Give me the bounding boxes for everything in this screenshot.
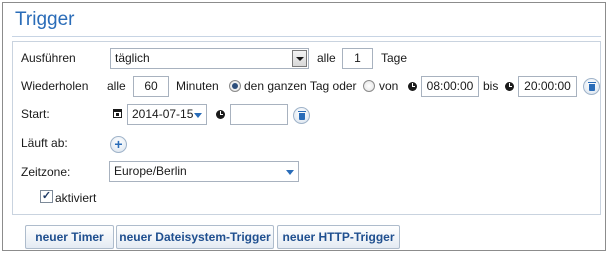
time-range-radio[interactable]: [363, 80, 375, 92]
minutes-label: Minuten: [176, 79, 219, 93]
to-time-input[interactable]: 20:00:00: [518, 76, 577, 97]
remove-start-button[interactable]: [293, 107, 310, 124]
calendar-icon: [113, 109, 122, 118]
chevron-down-icon[interactable]: [194, 113, 202, 118]
execute-label: Ausführen: [21, 51, 76, 65]
activated-checkbox[interactable]: ✓: [40, 190, 53, 203]
execute-every-label: alle: [317, 51, 336, 65]
frequency-select[interactable]: täglich: [110, 48, 309, 69]
all-day-label: den ganzen Tag oder: [244, 79, 357, 93]
timezone-value: Europe/Berlin: [114, 164, 187, 178]
days-unit-label: Tage: [381, 51, 408, 65]
new-filesystem-trigger-button[interactable]: neuer Dateisystem-Trigger: [116, 225, 274, 249]
plus-icon: +: [114, 136, 123, 152]
activated-label: aktiviert: [55, 191, 97, 205]
remove-time-range-button[interactable]: [583, 78, 600, 95]
repeat-minutes-input[interactable]: 60: [133, 76, 169, 97]
from-time-input[interactable]: 08:00:00: [421, 76, 479, 97]
start-date-select[interactable]: 2014-07-15: [127, 104, 207, 125]
clock-icon: [505, 82, 514, 91]
page-title: Trigger: [15, 9, 75, 30]
trash-icon: [298, 111, 306, 120]
repeat-label: Wiederholen: [21, 79, 89, 93]
chevron-down-icon[interactable]: [292, 50, 307, 67]
trigger-window: Trigger Ausführen täglich alle 1 Tage Wi…: [2, 2, 606, 251]
from-label: von: [379, 79, 399, 93]
timezone-label: Zeitzone:: [21, 165, 71, 179]
start-date-value: 2014-07-15: [132, 107, 194, 121]
interval-days-input[interactable]: 1: [342, 48, 373, 69]
chevron-down-icon[interactable]: [286, 170, 294, 175]
all-day-radio[interactable]: [229, 80, 241, 92]
start-time-input[interactable]: [230, 104, 288, 125]
new-http-trigger-button[interactable]: neuer HTTP-Trigger: [277, 225, 400, 249]
trigger-settings-panel: Ausführen täglich alle 1 Tage Wiederhole…: [12, 41, 601, 215]
clock-icon: [216, 110, 225, 119]
title-divider: [12, 36, 601, 37]
add-expiry-button[interactable]: +: [110, 136, 127, 153]
repeat-every-label: alle: [107, 79, 126, 93]
clock-icon: [408, 82, 417, 91]
new-timer-button[interactable]: neuer Timer: [25, 225, 114, 249]
frequency-value: täglich: [115, 51, 150, 65]
timezone-select[interactable]: Europe/Berlin: [109, 161, 299, 182]
expires-label: Läuft ab:: [21, 136, 68, 150]
to-label: bis: [483, 79, 499, 93]
trash-icon: [588, 82, 596, 91]
start-label: Start:: [21, 107, 50, 121]
